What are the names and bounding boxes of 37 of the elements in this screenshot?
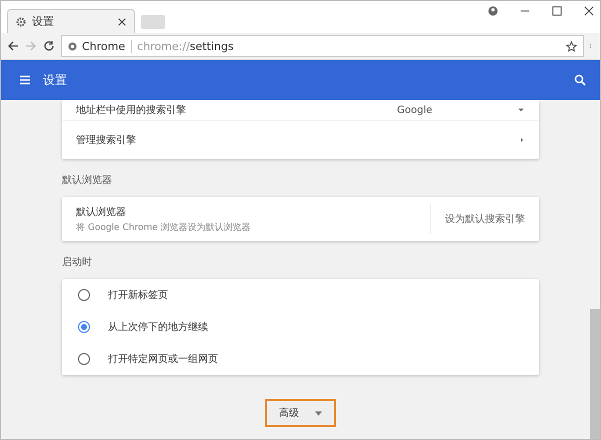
setting-description: 将 Google Chrome 浏览器设为默认浏览器 <box>76 222 252 234</box>
maximize-icon[interactable] <box>552 6 562 16</box>
dropdown-value[interactable]: Google <box>397 104 517 116</box>
dropdown-caret-icon[interactable] <box>517 106 525 114</box>
star-icon[interactable] <box>566 40 577 52</box>
radio-label: 打开新标签页 <box>108 288 169 302</box>
menu-icon[interactable] <box>19 74 31 86</box>
close-icon[interactable] <box>118 18 126 26</box>
tab-title: 设置 <box>32 14 55 29</box>
section-title: 默认浏览器 <box>62 174 113 188</box>
site-label: Chrome <box>82 40 132 52</box>
radio-button[interactable] <box>78 353 90 365</box>
reload-icon[interactable] <box>43 40 55 52</box>
scrollbar-thumb[interactable] <box>590 309 600 439</box>
search-icon[interactable] <box>574 74 586 86</box>
setting-label: 地址栏中使用的搜索引擎 <box>76 104 187 117</box>
section-title: 启动时 <box>62 256 93 270</box>
browser-tab[interactable]: 设置 <box>7 9 135 33</box>
radio-label: 打开特定网页或一组网页 <box>108 352 219 366</box>
radio-label: 从上次停下的地方继续 <box>108 320 209 334</box>
setting-label: 管理搜索引擎 <box>76 134 137 147</box>
header-title: 设置 <box>43 72 68 88</box>
setting-label: 默认浏览器 <box>76 206 127 218</box>
close-icon[interactable] <box>584 6 594 16</box>
advanced-button[interactable]: 高级 <box>265 399 336 427</box>
address-bar[interactable]: Chrome chrome://settings <box>61 35 584 57</box>
chrome-logo-icon <box>68 42 77 50</box>
gear-icon <box>16 16 26 26</box>
back-arrow-icon[interactable] <box>7 40 19 52</box>
profile-icon[interactable] <box>488 6 498 16</box>
settings-link-row[interactable]: 管理搜索引擎 <box>62 120 539 159</box>
chevron-right-icon[interactable] <box>519 136 525 144</box>
radio-button[interactable] <box>78 289 90 301</box>
set-default-button[interactable]: 设为默认搜索引擎 <box>430 204 525 234</box>
url-text: chrome://settings <box>137 40 235 52</box>
radio-button[interactable] <box>78 321 90 333</box>
caret-icon <box>315 410 322 416</box>
